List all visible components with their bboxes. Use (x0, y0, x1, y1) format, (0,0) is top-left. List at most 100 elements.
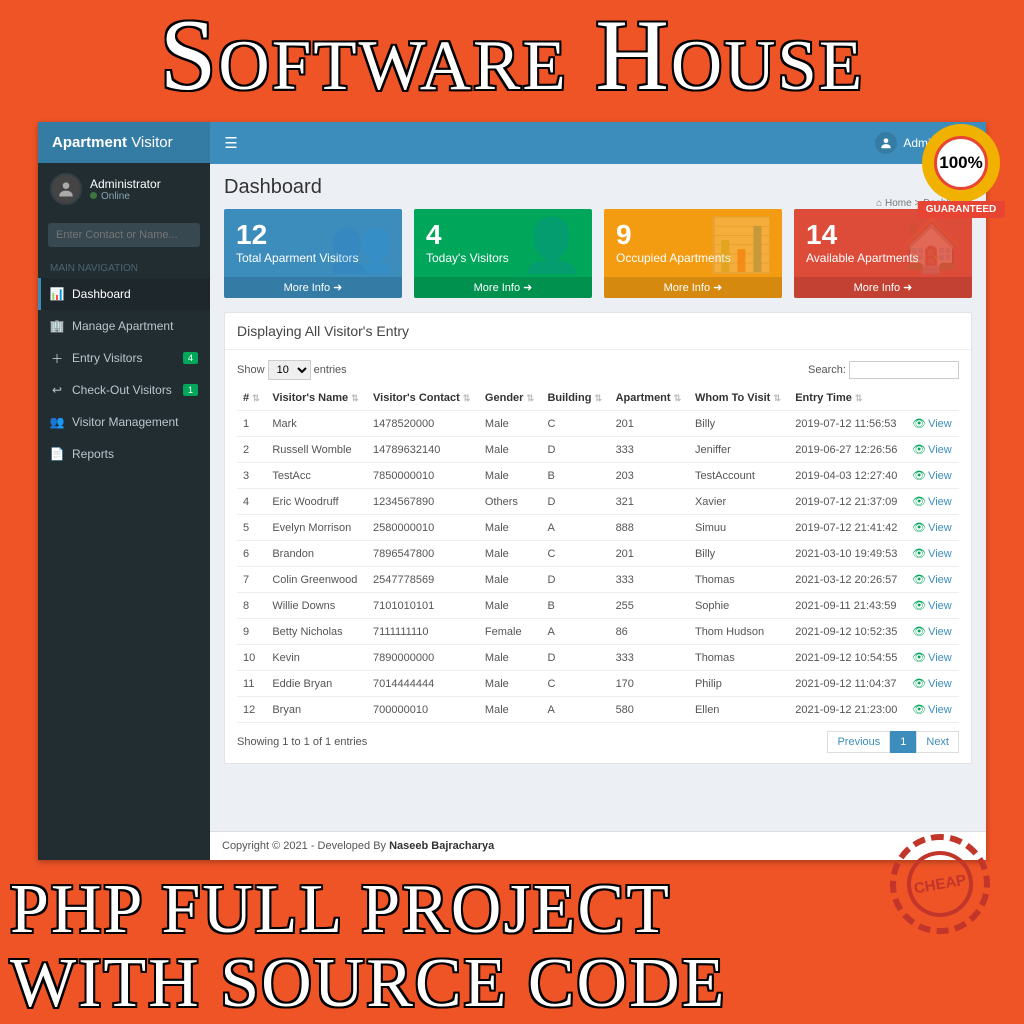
table-cell: Eddie Bryan (266, 671, 367, 697)
view-link[interactable]: 👁View (912, 496, 952, 508)
view-link[interactable]: 👁View (912, 574, 952, 586)
table-cell: Russell Womble (266, 437, 367, 463)
pager-next[interactable]: Next (916, 731, 959, 753)
table-cell: 7890000000 (367, 645, 479, 671)
table-cell: 2019-07-12 21:37:09 (789, 489, 906, 515)
eye-icon: 👁 (912, 496, 926, 508)
column-header[interactable]: #⇅ (237, 386, 266, 411)
table-search-input[interactable] (849, 361, 959, 379)
table-cell: 8 (237, 593, 266, 619)
table-cell: Jeniffer (689, 437, 789, 463)
search-input[interactable] (48, 223, 200, 247)
table-cell: 2547778569 (367, 567, 479, 593)
sidebar-item-manage-apartment[interactable]: 🏢Manage Apartment (38, 310, 210, 342)
table-cell: 11 (237, 671, 266, 697)
eye-icon: 👁 (912, 704, 926, 716)
view-link[interactable]: 👁View (912, 600, 952, 612)
datatable-controls: Show 10 entries Search: (237, 360, 959, 380)
table-row: 8Willie Downs7101010101MaleB255Sophie202… (237, 593, 959, 619)
nav-badge: 4 (183, 352, 198, 364)
table-row: 6Brandon7896547800MaleC201Billy2021-03-1… (237, 541, 959, 567)
table-cell: Male (479, 437, 542, 463)
table-cell: Willie Downs (266, 593, 367, 619)
column-header[interactable] (906, 386, 959, 411)
table-cell: 7850000010 (367, 463, 479, 489)
datatable-footer: Showing 1 to 1 of 1 entries Previous 1 N… (237, 731, 959, 753)
table-cell: B (541, 593, 609, 619)
table-cell: Sophie (689, 593, 789, 619)
view-link[interactable]: 👁View (912, 522, 952, 534)
view-link[interactable]: 👁View (912, 678, 952, 690)
view-link[interactable]: 👁View (912, 704, 952, 716)
stat-more-link[interactable]: More Info ➜ (604, 277, 782, 298)
table-cell: TestAccount (689, 463, 789, 489)
table-cell: D (541, 567, 609, 593)
sort-icon: ⇅ (526, 393, 534, 403)
column-header[interactable]: Visitor's Contact⇅ (367, 386, 479, 411)
pager-page-1[interactable]: 1 (890, 731, 916, 753)
eye-icon: 👁 (912, 574, 926, 586)
cheap-stamp: CHEAP (882, 826, 998, 942)
avatar (50, 173, 82, 205)
stat-more-link[interactable]: More Info ➜ (794, 277, 972, 298)
entries-select[interactable]: 10 (268, 360, 311, 380)
table-cell: 2580000010 (367, 515, 479, 541)
sidebar-item-visitor-management[interactable]: 👥Visitor Management (38, 406, 210, 438)
table-cell: A (541, 619, 609, 645)
table-cell: D (541, 645, 609, 671)
table-cell: Evelyn Morrison (266, 515, 367, 541)
sort-icon: ⇅ (674, 393, 682, 403)
nav-icon: ↩ (50, 383, 64, 397)
table-cell: 2021-09-12 10:54:55 (789, 645, 906, 671)
sidebar-item-entry-visitors[interactable]: ＋Entry Visitors4 (38, 342, 210, 374)
table-row: 4Eric Woodruff1234567890OthersD321Xavier… (237, 489, 959, 515)
panel-title: Displaying All Visitor's Entry (225, 313, 971, 350)
column-header[interactable]: Apartment⇅ (610, 386, 689, 411)
hamburger-button[interactable]: ☰ (210, 122, 252, 164)
sidebar-item-reports[interactable]: 📄Reports (38, 438, 210, 470)
sort-icon: ⇅ (773, 393, 781, 403)
column-header[interactable]: Gender⇅ (479, 386, 542, 411)
table-row: 7Colin Greenwood2547778569MaleD333Thomas… (237, 567, 959, 593)
view-link[interactable]: 👁View (912, 626, 952, 638)
view-link[interactable]: 👁View (912, 418, 952, 430)
pager-prev[interactable]: Previous (827, 731, 890, 753)
table-cell: Thom Hudson (689, 619, 789, 645)
sort-icon: ⇅ (463, 393, 471, 403)
table-cell: 2019-07-12 21:41:42 (789, 515, 906, 541)
promo-title: Software House (0, 0, 1024, 109)
column-header[interactable]: Entry Time⇅ (789, 386, 906, 411)
nav-icon: 🏢 (50, 319, 64, 333)
table-cell: C (541, 671, 609, 697)
user-icon (879, 136, 893, 150)
table-cell: Male (479, 515, 542, 541)
column-header[interactable]: Visitor's Name⇅ (266, 386, 367, 411)
table-cell: 7101010101 (367, 593, 479, 619)
nav-icon: 📊 (50, 287, 64, 301)
view-link[interactable]: 👁View (912, 548, 952, 560)
brand: Apartment Visitor (38, 122, 210, 163)
table-cell: 201 (610, 411, 689, 437)
table-cell: 2021-09-12 21:23:00 (789, 697, 906, 723)
table-cell: 2019-04-03 12:27:40 (789, 463, 906, 489)
view-link[interactable]: 👁View (912, 444, 952, 456)
column-header[interactable]: Whom To Visit⇅ (689, 386, 789, 411)
table-cell: 4 (237, 489, 266, 515)
app-window: Apartment Visitor Administrator Online 🔍… (38, 122, 986, 860)
sidebar-item-dashboard[interactable]: 📊Dashboard (38, 278, 210, 310)
brand-light: Visitor (131, 134, 172, 151)
table-cell: 2021-09-12 11:04:37 (789, 671, 906, 697)
view-link[interactable]: 👁View (912, 470, 952, 482)
table-cell: TestAcc (266, 463, 367, 489)
column-header[interactable]: Building⇅ (541, 386, 609, 411)
brand-bold: Apartment (52, 134, 127, 151)
stat-more-link[interactable]: More Info ➜ (414, 277, 592, 298)
sidebar-item-check-out-visitors[interactable]: ↩Check-Out Visitors1 (38, 374, 210, 406)
table-cell: Male (479, 567, 542, 593)
sort-icon: ⇅ (351, 393, 359, 403)
stat-more-link[interactable]: More Info ➜ (224, 277, 402, 298)
footer: Copyright © 2021 - Developed By Naseeb B… (210, 831, 986, 860)
view-link[interactable]: 👁View (912, 652, 952, 664)
table-cell: 1234567890 (367, 489, 479, 515)
table-cell: 14789632140 (367, 437, 479, 463)
